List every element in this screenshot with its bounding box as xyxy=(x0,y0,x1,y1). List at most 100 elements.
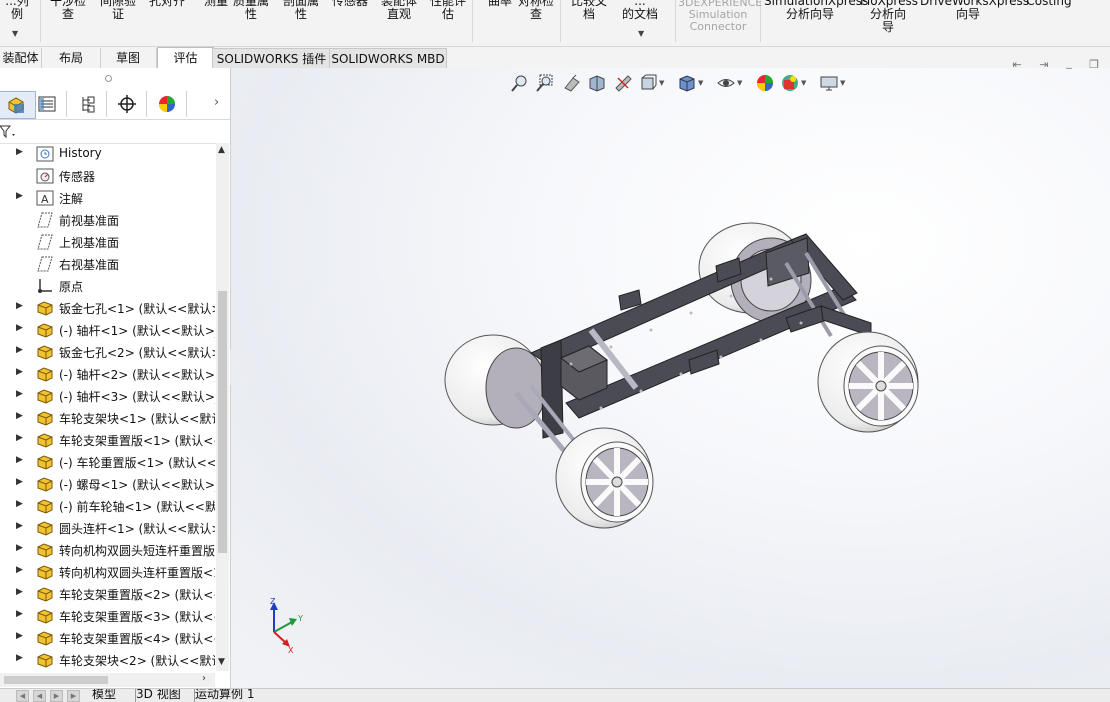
tree-horizontal-scrollbar[interactable]: › xyxy=(0,673,215,687)
ribbon-mass-button[interactable]: 质量属 性 xyxy=(227,0,275,21)
tree-item[interactable]: ▶ (-) 轴杆<1> (默认<<默认>_ xyxy=(0,319,215,341)
panel-tab-strip: › xyxy=(0,89,230,120)
tree-item[interactable]: ▶ 车轮支架块<1> (默认<<默认 xyxy=(0,407,215,429)
tree-horizontal-scroll-thumb[interactable] xyxy=(4,676,108,684)
bottom-tab-0[interactable]: 模型 xyxy=(92,689,116,702)
tree-item[interactable]: ▶ (-) 轴杆<3> (默认<<默认>_ xyxy=(0,385,215,407)
tree-item[interactable]: ▶ A 注解 xyxy=(0,187,215,209)
configuration-manager-tab[interactable] xyxy=(68,91,107,117)
scroll-down-icon[interactable]: ▼ xyxy=(218,657,225,667)
panel-tabs-more-icon[interactable]: › xyxy=(214,95,219,110)
ribbon-perf-button[interactable]: 性能评 估 xyxy=(424,0,472,21)
dimxpert-manager-tab[interactable] xyxy=(108,91,147,117)
display-manager-tab[interactable] xyxy=(148,91,187,117)
tree-item[interactable]: ▶ 圆头连杆<1> (默认<<默认>_ xyxy=(0,517,215,539)
svg-text:A: A xyxy=(41,193,49,206)
filter-icon[interactable] xyxy=(0,125,18,139)
expand-arrow-icon[interactable]: ▶ xyxy=(16,521,23,531)
tree-item[interactable]: ▶ 转向机构双圆头短连杆重置版 xyxy=(0,539,215,561)
expand-arrow-icon[interactable]: ▶ xyxy=(16,411,23,421)
expand-arrow-icon[interactable]: ▶ xyxy=(16,477,23,487)
expand-arrow-icon[interactable]: ▶ xyxy=(16,147,23,157)
tree-item[interactable]: ▶ (-) 螺母<1> (默认<<默认>_ xyxy=(0,473,215,495)
tab-1[interactable]: 布局 xyxy=(42,48,101,68)
car-chassis-assembly-model[interactable] xyxy=(231,68,1110,688)
ribbon-costing-button[interactable]: Costing xyxy=(1026,0,1072,8)
tree-vertical-scroll-thumb[interactable] xyxy=(218,291,227,553)
bottom-prev-icon[interactable]: ◀ xyxy=(33,690,46,702)
bottom-tab-2[interactable]: 运动算例 1 xyxy=(194,689,254,702)
tree-item[interactable]: 右视基准面 xyxy=(0,253,215,275)
ribbon-check-caret-icon[interactable]: ▼ xyxy=(638,29,644,38)
tab-5[interactable]: SOLIDWORKS MBD xyxy=(329,48,447,70)
tree-item[interactable]: ▶ (-) 车轮重置版<1> (默认<<默 xyxy=(0,451,215,473)
ribbon-section-button[interactable]: 剖面属 性 xyxy=(277,0,325,21)
tree-item[interactable]: ▶ 车轮支架重置版<3> (默认<< xyxy=(0,605,215,627)
tab-4[interactable]: SOLIDWORKS 插件 xyxy=(212,48,331,70)
ribbon-partial-caret-icon[interactable]: ▼ xyxy=(12,29,18,38)
tree-item[interactable]: 前视基准面 xyxy=(0,209,215,231)
part-icon xyxy=(36,388,54,404)
expand-arrow-icon[interactable]: ▶ xyxy=(16,543,23,553)
tree-item[interactable]: ▶ 车轮支架重置版<2> (默认<< xyxy=(0,583,215,605)
ribbon-compare-button[interactable]: 比较文 档 xyxy=(565,0,613,21)
expand-arrow-icon[interactable]: ▶ xyxy=(16,433,23,443)
tree-item[interactable]: ▶ 钣金七孔<2> (默认<<默认>_ xyxy=(0,341,215,363)
expand-arrow-icon[interactable]: ▶ xyxy=(16,345,23,355)
wheel-front-right[interactable] xyxy=(817,331,919,433)
expand-arrow-icon[interactable]: ▶ xyxy=(16,631,23,641)
expand-arrow-icon[interactable]: ▶ xyxy=(16,609,23,619)
tree-item[interactable]: ▶ 车轮支架块<2> (默认<<默认 xyxy=(0,649,215,671)
bottom-first-icon[interactable]: ◀ xyxy=(16,690,29,702)
tree-item[interactable]: ▶ 钣金七孔<1> (默认<<默认>_ xyxy=(0,297,215,319)
tree-item-label: 圆头连杆<1> (默认<<默认>_ xyxy=(59,522,215,536)
ribbon-driveworks-button[interactable]: DriveWorksXpress 向导 xyxy=(920,0,1029,21)
expand-arrow-icon[interactable]: ▶ xyxy=(16,323,23,333)
expand-arrow-icon[interactable]: ▶ xyxy=(16,565,23,575)
wheel-front-left[interactable] xyxy=(555,427,654,529)
tree-item[interactable]: ▶ History xyxy=(0,143,215,165)
ribbon-partial-button[interactable]: ...列 例 xyxy=(0,0,34,21)
ribbon-symmetry-button[interactable]: 对称检 查 xyxy=(512,0,560,21)
command-manager-tabs: 装配体 布局 草图 评估 SOLIDWORKS 插件 SOLIDWORKS MBD xyxy=(0,46,1110,70)
tree-item-label: 钣金七孔<1> (默认<<默认>_ xyxy=(59,302,215,316)
expand-arrow-icon[interactable]: ▶ xyxy=(16,389,23,399)
ribbon-asm-vis-button[interactable]: 装配体 直观 xyxy=(375,0,423,21)
tree-item[interactable]: 原点 xyxy=(0,275,215,297)
ribbon-hole-button[interactable]: 孔对齐 xyxy=(143,0,191,8)
expand-arrow-icon[interactable]: ▶ xyxy=(16,653,23,663)
expand-arrow-icon[interactable]: ▶ xyxy=(16,455,23,465)
ribbon-floxpress-button[interactable]: FloXpress 分析向 导 xyxy=(860,0,918,34)
ribbon-clearance-button[interactable]: 间隙验 证 xyxy=(94,0,142,21)
expand-arrow-icon[interactable]: ▶ xyxy=(16,301,23,311)
tree-item[interactable]: ▶ 车轮支架重置版<1> (默认<< xyxy=(0,429,215,451)
graphics-area[interactable]: ▼ ▼ ▼ ▼ ▼ ⇤ ⇥ _ ❐ Z Y X xyxy=(231,56,1110,688)
bottom-last-icon[interactable]: ▶ xyxy=(67,690,80,702)
ribbon-sensor-button[interactable]: 传感器 xyxy=(326,0,374,8)
chassis-frame[interactable] xyxy=(514,233,872,455)
ribbon-check-button[interactable]: ... 的文档 xyxy=(616,0,664,21)
property-manager-tab[interactable] xyxy=(28,91,67,117)
ribbon-interference-button[interactable]: 干涉检 查 xyxy=(44,0,92,21)
tree-item[interactable]: ▶ 车轮支架重置版<4> (默认<< xyxy=(0,627,215,649)
expand-arrow-icon[interactable]: ▶ xyxy=(16,191,23,201)
tree-item[interactable]: ▶ 转向机构双圆头连杆重置版<1 xyxy=(0,561,215,583)
ribbon-simxpress-button[interactable]: SimulationXpress 分析向导 xyxy=(764,0,868,21)
expand-arrow-icon[interactable]: ▶ xyxy=(16,499,23,509)
tab-0[interactable]: 装配体 xyxy=(0,48,42,68)
tree-item[interactable]: ▶ (-) 前车轮轴<1> (默认<<默认 xyxy=(0,495,215,517)
scroll-up-icon[interactable]: ▲ xyxy=(218,145,225,155)
panel-splitter-grip[interactable] xyxy=(105,75,112,82)
tree-vertical-scrollbar[interactable]: ▲ ▼ xyxy=(216,143,229,671)
tree-item[interactable]: 传感器 xyxy=(0,165,215,187)
tree-item[interactable]: ▶ (-) 轴杆<2> (默认<<默认>_ xyxy=(0,363,215,385)
scroll-right-icon[interactable]: › xyxy=(202,673,206,684)
bottom-tab-1[interactable]: 3D 视图 xyxy=(135,689,181,702)
tab-3[interactable]: 评估 xyxy=(157,47,214,69)
tab-2[interactable]: 草图 xyxy=(100,48,157,68)
expand-arrow-icon[interactable]: ▶ xyxy=(16,367,23,377)
appearance-pie-icon xyxy=(159,96,175,112)
tree-item[interactable]: 上视基准面 xyxy=(0,231,215,253)
bottom-next-icon[interactable]: ▶ xyxy=(50,690,63,702)
expand-arrow-icon[interactable]: ▶ xyxy=(16,587,23,597)
